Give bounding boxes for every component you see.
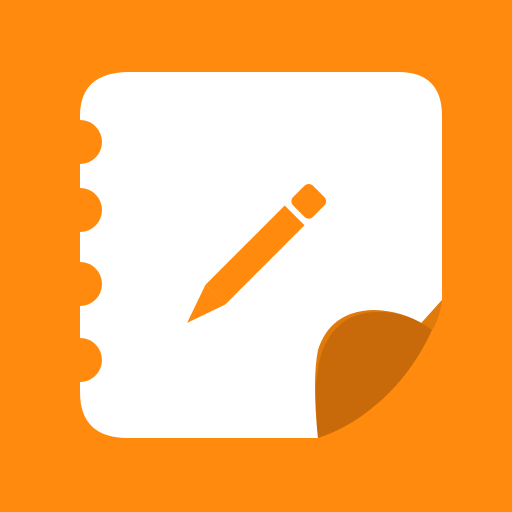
app-icon	[0, 0, 512, 512]
notes-app-icon	[0, 0, 512, 512]
